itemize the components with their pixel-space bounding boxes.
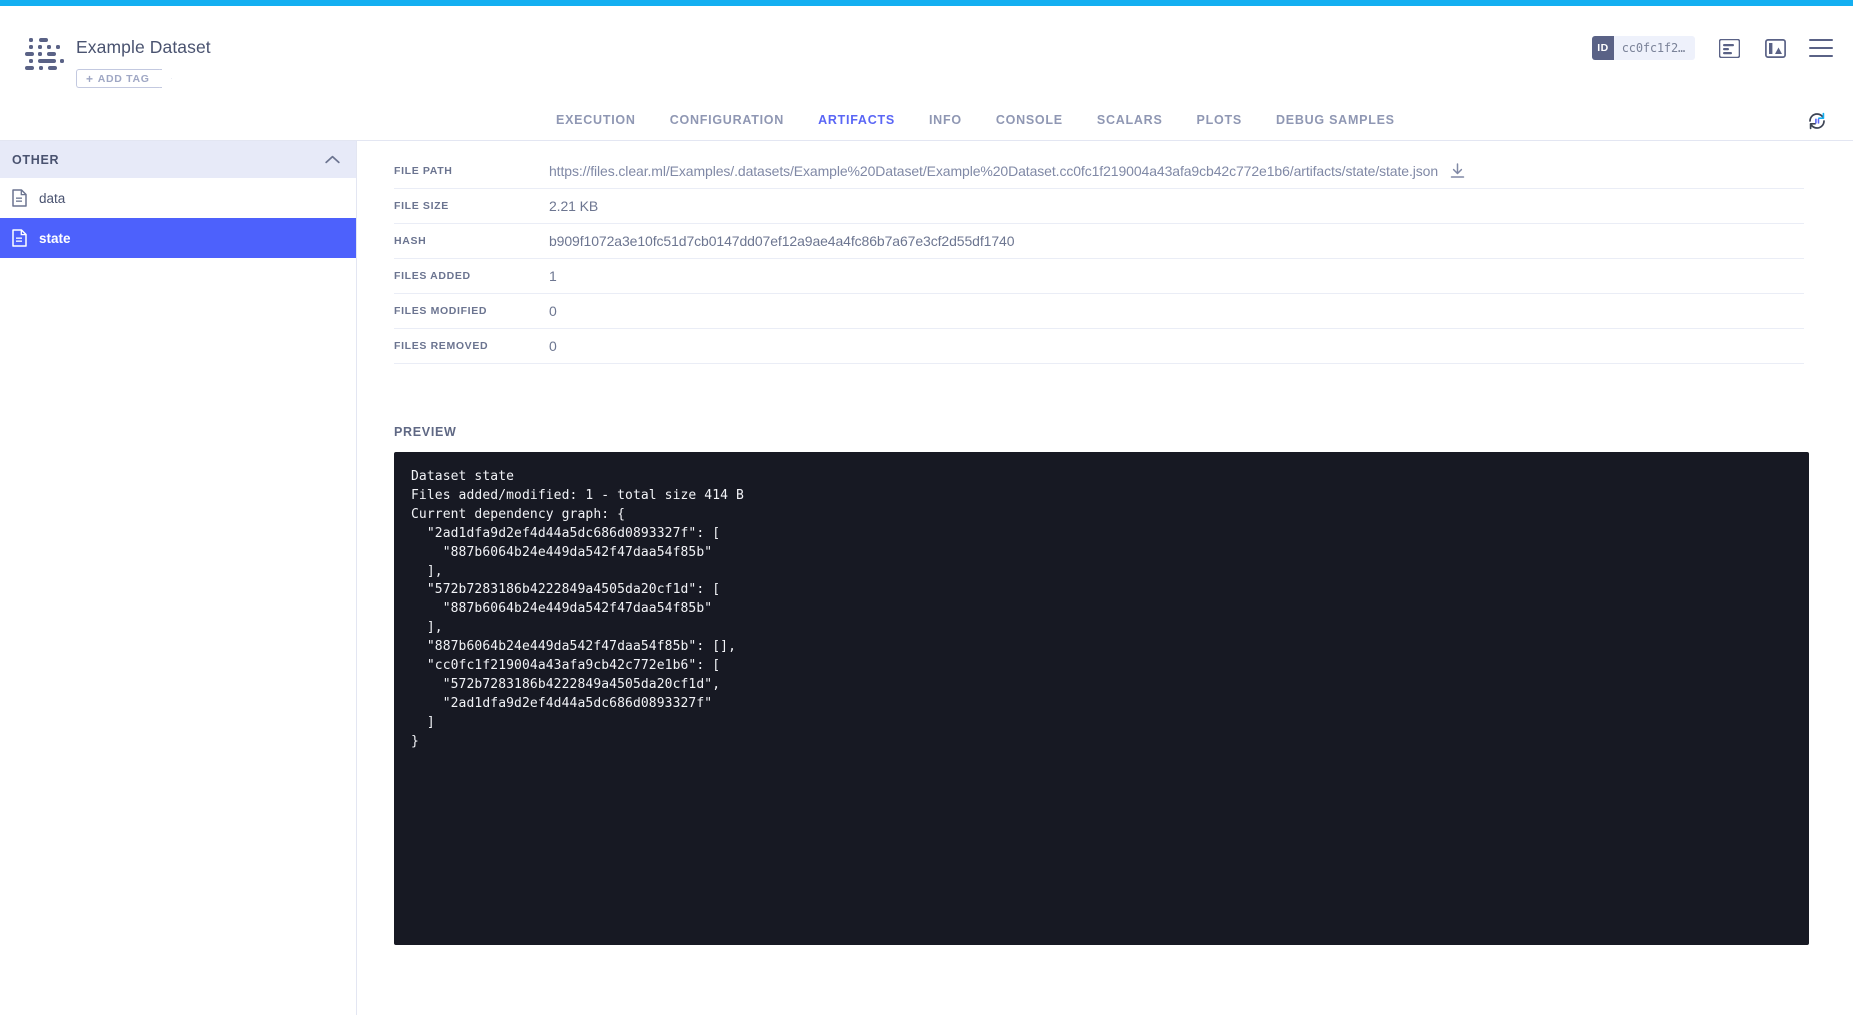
sidebar-item-data[interactable]: data: [0, 178, 356, 218]
tab-debug-samples[interactable]: DEBUG SAMPLES: [1276, 100, 1395, 140]
tab-list: EXECUTION CONFIGURATION ARTIFACTS INFO C…: [556, 100, 1395, 140]
detail-label: FILES ADDED: [394, 270, 549, 282]
sidebar-item-label: state: [39, 231, 71, 246]
tab-bar: EXECUTION CONFIGURATION ARTIFACTS INFO C…: [0, 100, 1853, 141]
header-actions: ID cc0fc1f2…: [1592, 36, 1833, 60]
tab-scalars[interactable]: SCALARS: [1097, 100, 1163, 140]
page-title: Example Dataset: [76, 37, 211, 58]
add-tag-label: ADD TAG: [98, 73, 150, 85]
detail-value: 0: [549, 303, 557, 319]
details-table: FILE PATH https://files.clear.ml/Example…: [394, 154, 1804, 364]
file-path-text: https://files.clear.ml/Examples/.dataset…: [549, 163, 1438, 179]
tab-execution[interactable]: EXECUTION: [556, 100, 636, 140]
sidebar-group-other[interactable]: OTHER: [0, 141, 356, 178]
preview-code-content: Dataset state Files added/modified: 1 - …: [411, 468, 1809, 752]
detail-label: HASH: [394, 235, 549, 247]
page-header: Example Dataset + ADD TAG ID cc0fc1f2…: [0, 6, 1853, 100]
chevron-up-icon[interactable]: [325, 151, 340, 169]
sidebar-group-label: OTHER: [12, 153, 59, 167]
detail-label: FILES MODIFIED: [394, 305, 549, 317]
tab-info[interactable]: INFO: [929, 100, 962, 140]
preview-code-panel: Dataset state Files added/modified: 1 - …: [394, 452, 1809, 945]
detail-label: FILE PATH: [394, 165, 549, 177]
log-view-icon[interactable]: [1717, 36, 1741, 60]
preview-section-title: PREVIEW: [394, 425, 1853, 439]
split-panel-icon[interactable]: [1763, 36, 1787, 60]
tab-artifacts[interactable]: ARTIFACTS: [818, 100, 895, 140]
detail-label: FILES REMOVED: [394, 340, 549, 352]
detail-row-files-modified: FILES MODIFIED 0: [394, 294, 1804, 329]
detail-row-files-removed: FILES REMOVED 0: [394, 329, 1804, 364]
detail-value: https://files.clear.ml/Examples/.dataset…: [549, 163, 1465, 179]
detail-row-files-added: FILES ADDED 1: [394, 259, 1804, 294]
sidebar-item-state[interactable]: state: [0, 218, 356, 258]
tab-configuration[interactable]: CONFIGURATION: [670, 100, 784, 140]
artifact-details-panel: FILE PATH https://files.clear.ml/Example…: [358, 141, 1853, 1015]
add-tag-button[interactable]: + ADD TAG: [76, 69, 162, 88]
detail-row-file-size: FILE SIZE 2.21 KB: [394, 189, 1804, 224]
plus-icon: +: [86, 73, 94, 85]
file-icon: [12, 189, 27, 207]
detail-row-file-path: FILE PATH https://files.clear.ml/Example…: [394, 154, 1804, 189]
id-badge-value: cc0fc1f2…: [1614, 41, 1695, 55]
clearml-dots-logo-icon: [22, 36, 66, 74]
download-icon[interactable]: [1450, 163, 1465, 179]
detail-row-hash: HASH b909f1072a3e10fc51d7cb0147dd07ef12a…: [394, 224, 1804, 259]
detail-value: 2.21 KB: [549, 198, 598, 214]
hamburger-menu-icon[interactable]: [1809, 39, 1833, 57]
file-icon: [12, 229, 27, 247]
detail-label: FILE SIZE: [394, 200, 549, 212]
artifacts-sidebar: OTHER data state: [0, 141, 357, 1015]
title-block: Example Dataset + ADD TAG: [76, 37, 211, 88]
detail-value: 0: [549, 338, 557, 354]
auto-refresh-paused-icon[interactable]: [1805, 109, 1829, 133]
tab-plots[interactable]: PLOTS: [1197, 100, 1242, 140]
detail-value: 1: [549, 268, 557, 284]
task-id-badge[interactable]: ID cc0fc1f2…: [1592, 36, 1695, 60]
sidebar-item-label: data: [39, 191, 65, 206]
detail-value: b909f1072a3e10fc51d7cb0147dd07ef12a9ae4a…: [549, 233, 1014, 249]
id-badge-label: ID: [1592, 36, 1614, 60]
tab-console[interactable]: CONSOLE: [996, 100, 1063, 140]
